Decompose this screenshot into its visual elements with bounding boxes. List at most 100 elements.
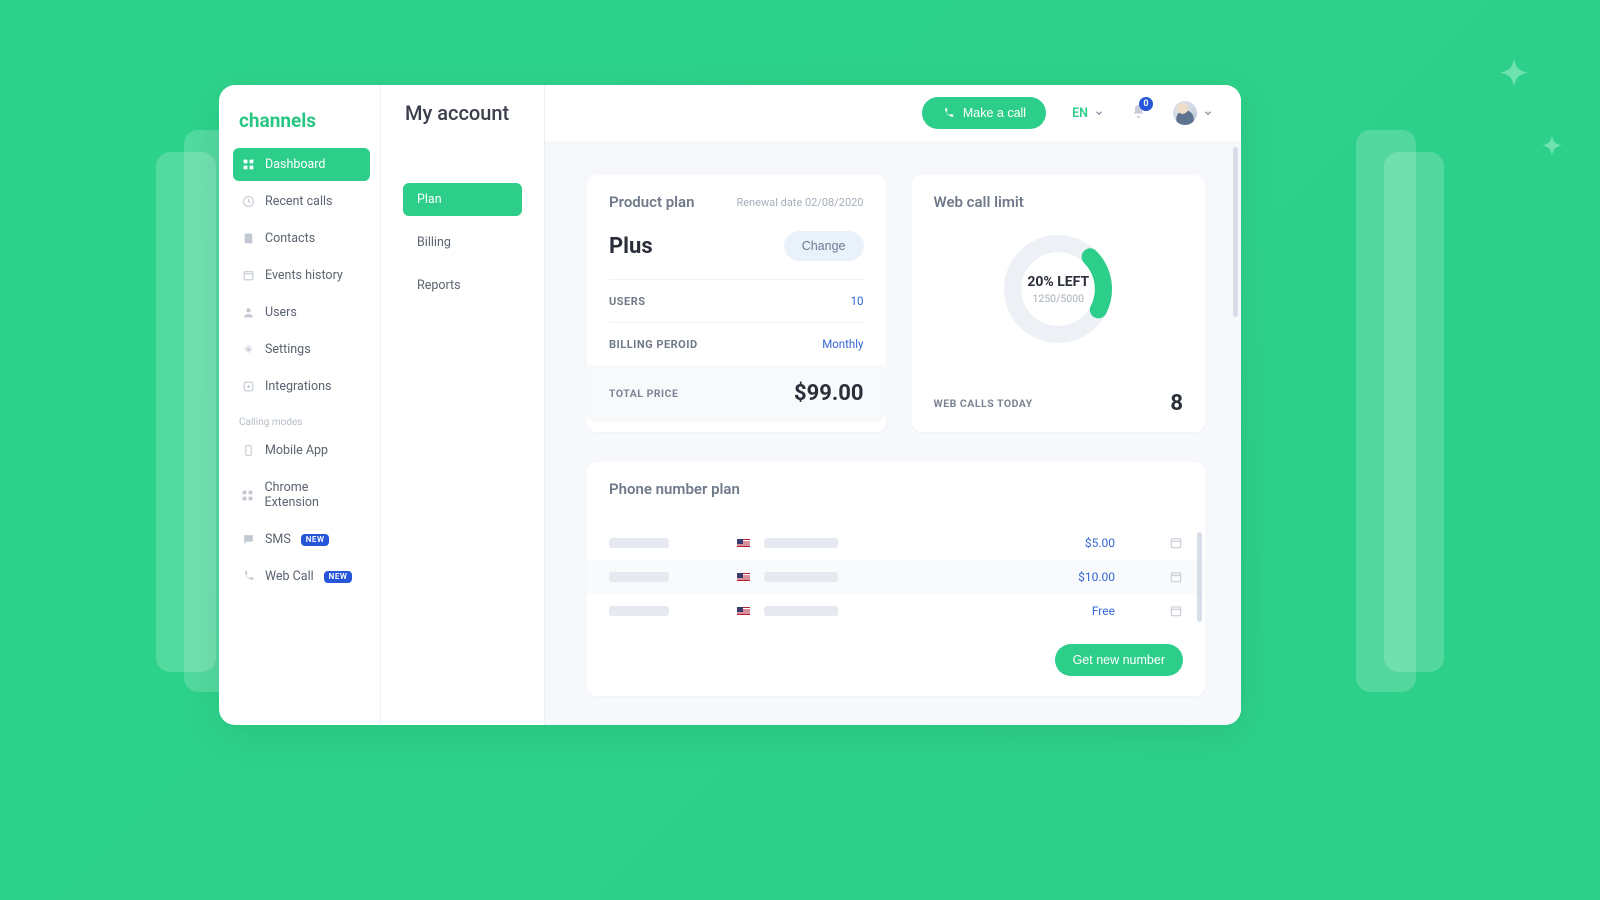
chat-icon	[241, 533, 255, 547]
plan-name: Plus	[609, 234, 653, 259]
phone-label-placeholder	[764, 606, 838, 616]
page-title: My account	[405, 101, 509, 125]
grid-icon	[241, 488, 254, 502]
users-label: USERS	[609, 295, 646, 308]
grid-icon	[241, 158, 255, 172]
chevron-down-icon	[1203, 108, 1213, 118]
app-window: channels Dashboard Recent calls Contacts…	[219, 85, 1241, 725]
phone-number-placeholder	[609, 606, 669, 616]
main-area: My account Make a call EN 0	[545, 85, 1241, 725]
sidebar-item-integrations[interactable]: Integrations	[233, 370, 370, 403]
new-badge: NEW	[324, 571, 353, 583]
clock-icon	[241, 195, 255, 209]
us-flag-icon	[737, 539, 750, 548]
donut-main-text: 20% LEFT	[1027, 274, 1089, 290]
billing-period-value[interactable]: Monthly	[822, 337, 863, 351]
sidebar-item-label: Users	[265, 305, 297, 320]
sidebar-item-chrome-extension[interactable]: Chrome Extension	[233, 471, 370, 519]
subnav-item-plan[interactable]: Plan	[403, 183, 522, 216]
subnav-item-reports[interactable]: Reports	[403, 269, 522, 302]
us-flag-icon	[737, 607, 750, 616]
billing-period-label: BILLING PEROID	[609, 338, 698, 351]
sidebar-item-dashboard[interactable]: Dashboard	[233, 148, 370, 181]
sidebar-item-recent-calls[interactable]: Recent calls	[233, 185, 370, 218]
sidebar-item-label: SMS	[265, 532, 291, 547]
phone-number-list: $5.00 $10.00	[587, 526, 1205, 628]
sidebar-item-sms[interactable]: SMS NEW	[233, 523, 370, 556]
profile-menu[interactable]	[1173, 101, 1213, 125]
product-plan-card: Product plan Renewal date 02/08/2020 Plu…	[587, 175, 886, 432]
subnav: Plan Billing Reports	[381, 85, 545, 725]
sidebar-section-label: Calling modes	[233, 407, 370, 434]
sidebar-item-events-history[interactable]: Events history	[233, 259, 370, 292]
sidebar-item-label: Integrations	[265, 379, 331, 394]
users-value[interactable]: 10	[851, 294, 864, 308]
phone-price: Free	[1092, 604, 1115, 618]
us-flag-icon	[737, 573, 750, 582]
get-new-number-button[interactable]: Get new number	[1055, 644, 1183, 676]
phone-number-placeholder	[609, 572, 669, 582]
calendar-icon[interactable]	[1169, 604, 1183, 618]
donut-sub-text: 1250/5000	[1032, 292, 1084, 305]
total-price-value: $99.00	[794, 381, 864, 406]
gear-icon	[241, 343, 255, 357]
contact-icon	[241, 232, 255, 246]
content-scroll[interactable]: Product plan Renewal date 02/08/2020 Plu…	[545, 141, 1241, 725]
phone-number-row[interactable]: Free	[587, 594, 1205, 628]
phone-number-placeholder	[609, 538, 669, 548]
language-selector[interactable]: EN	[1072, 106, 1104, 121]
sidebar-item-label: Recent calls	[265, 194, 332, 209]
sidebar-item-contacts[interactable]: Contacts	[233, 222, 370, 255]
change-plan-button[interactable]: Change	[784, 231, 864, 261]
web-calls-today-value: 8	[1170, 391, 1183, 416]
web-call-limit-card: Web call limit 20% LEFT 1250/5000	[912, 175, 1206, 432]
topbar: My account Make a call EN 0	[545, 85, 1241, 141]
user-icon	[241, 306, 255, 320]
sidebar-item-label: Dashboard	[265, 157, 325, 172]
sidebar-item-label: Settings	[265, 342, 311, 357]
notifications-count: 0	[1139, 97, 1153, 111]
web-calls-today-label: WEB CALLS TODAY	[934, 397, 1033, 410]
card-title: Web call limit	[934, 193, 1024, 211]
mobile-icon	[241, 444, 255, 458]
chevron-down-icon	[1094, 108, 1104, 118]
phone-icon	[942, 107, 955, 120]
make-call-button[interactable]: Make a call	[922, 97, 1046, 129]
new-badge: NEW	[301, 534, 330, 546]
card-title: Phone number plan	[609, 480, 740, 498]
phone-icon	[241, 570, 255, 584]
sidebar-item-label: Events history	[265, 268, 343, 283]
phone-number-row[interactable]: $5.00	[587, 526, 1205, 560]
total-price-label: TOTAL PRICE	[609, 387, 678, 400]
primary-nav: Dashboard Recent calls Contacts Events h…	[233, 148, 370, 597]
calendar-icon[interactable]	[1169, 536, 1183, 550]
sidebar-item-label: Mobile App	[265, 443, 328, 458]
scrollbar[interactable]	[1197, 532, 1202, 622]
sidebar-item-users[interactable]: Users	[233, 296, 370, 329]
renewal-date: Renewal date 02/08/2020	[736, 196, 863, 209]
sidebar-item-settings[interactable]: Settings	[233, 333, 370, 366]
sidebar-item-mobile-app[interactable]: Mobile App	[233, 434, 370, 467]
brand-logo: channels	[233, 105, 370, 148]
sidebar-item-label: Contacts	[265, 231, 315, 246]
notifications-button[interactable]: 0	[1130, 103, 1147, 124]
sidebar: channels Dashboard Recent calls Contacts…	[219, 85, 381, 725]
phone-number-row[interactable]: $10.00	[587, 560, 1205, 594]
phone-price: $10.00	[1078, 570, 1115, 584]
calendar-icon	[241, 269, 255, 283]
phone-number-plan-card: Phone number plan $5.00	[587, 462, 1205, 696]
plus-box-icon	[241, 380, 255, 394]
sidebar-item-label: Chrome Extension	[264, 480, 362, 510]
sidebar-item-web-call[interactable]: Web Call NEW	[233, 560, 370, 593]
phone-label-placeholder	[764, 538, 838, 548]
phone-price: $5.00	[1085, 536, 1115, 550]
scrollbar[interactable]	[1233, 147, 1238, 317]
donut-chart: 20% LEFT 1250/5000	[934, 225, 1184, 359]
avatar	[1173, 101, 1197, 125]
phone-label-placeholder	[764, 572, 838, 582]
card-title: Product plan	[609, 193, 694, 211]
subnav-item-billing[interactable]: Billing	[403, 226, 522, 259]
calendar-icon[interactable]	[1169, 570, 1183, 584]
sidebar-item-label: Web Call	[265, 569, 314, 584]
make-call-label: Make a call	[963, 106, 1026, 120]
